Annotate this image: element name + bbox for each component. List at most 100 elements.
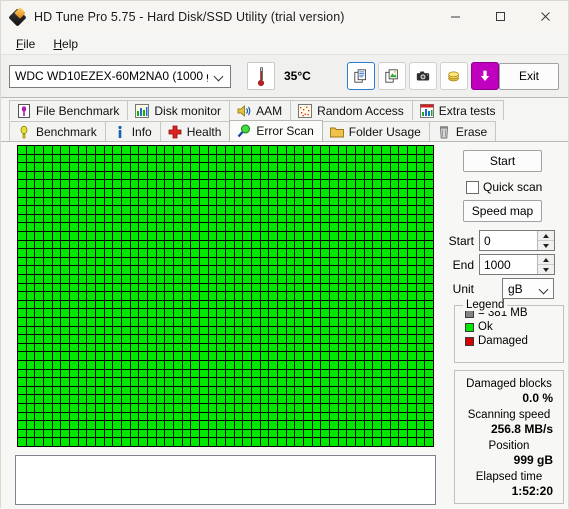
block-cell: [425, 335, 433, 343]
maximize-button[interactable]: [478, 1, 523, 32]
start-range-input[interactable]: 0: [479, 230, 555, 251]
tab-random-access[interactable]: Random Access: [290, 100, 413, 120]
block-cell: [157, 266, 165, 274]
start-range-decrement[interactable]: [538, 241, 554, 250]
block-cell: [226, 266, 234, 274]
minimize-button[interactable]: [433, 1, 478, 32]
end-range-increment[interactable]: [538, 255, 554, 265]
block-cell: [373, 309, 381, 317]
block-cell: [278, 189, 286, 197]
speed-map-button[interactable]: Speed map: [463, 200, 542, 222]
block-cell: [139, 223, 147, 231]
menu-help[interactable]: Help: [44, 35, 87, 53]
tab-info[interactable]: Info: [105, 121, 161, 141]
block-cell: [304, 361, 312, 369]
block-cell: [113, 189, 121, 197]
tab-extra-tests[interactable]: Extra tests: [412, 100, 505, 120]
tab-disk-monitor[interactable]: Disk monitor: [127, 100, 230, 120]
main-content: Start Quick scan Speed map Start 0 End: [1, 141, 568, 509]
block-cell: [139, 189, 147, 197]
block-cell: [321, 215, 329, 223]
start-range-row: Start 0: [444, 230, 555, 251]
copy-button[interactable]: [347, 62, 375, 90]
block-cell: [226, 215, 234, 223]
menu-file[interactable]: File: [7, 35, 44, 53]
start-range-increment[interactable]: [538, 231, 554, 241]
register-button[interactable]: [440, 62, 468, 90]
stat-position: Position 999 gB: [455, 439, 563, 468]
block-cell: [165, 258, 173, 266]
tab-aam[interactable]: AAM: [229, 100, 291, 120]
block-cell: [183, 172, 191, 180]
block-cell: [113, 413, 121, 421]
block-cell: [183, 258, 191, 266]
block-cell: [261, 309, 269, 317]
log-output[interactable]: [15, 455, 436, 505]
unit-selector[interactable]: gB: [502, 278, 554, 299]
end-range-input[interactable]: 1000: [479, 254, 555, 275]
block-cell: [313, 223, 321, 231]
block-cell: [183, 284, 191, 292]
start-button[interactable]: Start: [463, 150, 542, 172]
block-cell: [87, 232, 95, 240]
exit-button[interactable]: Exit: [499, 63, 559, 90]
block-cell: [174, 404, 182, 412]
block-cell: [382, 378, 390, 386]
block-cell: [425, 413, 433, 421]
download-button[interactable]: [471, 62, 499, 90]
block-cell: [330, 266, 338, 274]
copy-image-button[interactable]: [378, 62, 406, 90]
block-cell: [131, 344, 139, 352]
block-cell: [261, 172, 269, 180]
quick-scan-option[interactable]: Quick scan: [466, 180, 542, 194]
block-cell: [183, 387, 191, 395]
block-cell: [157, 180, 165, 188]
block-cell: [261, 266, 269, 274]
tab-error-scan[interactable]: Error Scan: [229, 120, 322, 141]
block-cell: [70, 284, 78, 292]
block-cell: [243, 335, 251, 343]
block-cell: [131, 292, 139, 300]
quick-scan-checkbox[interactable]: [466, 181, 479, 194]
block-cell: [191, 232, 199, 240]
block-cell: [87, 215, 95, 223]
tab-benchmark[interactable]: Benchmark: [9, 121, 106, 141]
block-cell: [391, 189, 399, 197]
block-cell: [278, 198, 286, 206]
block-cell: [425, 327, 433, 335]
block-cell: [408, 198, 416, 206]
tab-health[interactable]: Health: [160, 121, 231, 141]
tab-file-benchmark[interactable]: File Benchmark: [9, 100, 128, 120]
stat-scanning-speed: Scanning speed 256.8 MB/s: [455, 408, 563, 437]
block-cell: [79, 404, 87, 412]
block-cell: [18, 404, 26, 412]
block-cell: [391, 344, 399, 352]
block-map[interactable]: [17, 145, 434, 447]
close-button[interactable]: [523, 1, 568, 32]
block-cell: [365, 198, 373, 206]
end-range-stepper[interactable]: [537, 255, 554, 274]
block-cell: [131, 155, 139, 163]
block-cell: [365, 395, 373, 403]
tab-folder-usage[interactable]: Folder Usage: [322, 121, 430, 141]
block-cell: [105, 370, 113, 378]
block-cell: [18, 421, 26, 429]
block-cell: [330, 180, 338, 188]
app-icon: [10, 9, 26, 25]
start-range-stepper[interactable]: [537, 231, 554, 250]
end-range-decrement[interactable]: [538, 265, 554, 274]
block-cell: [113, 378, 121, 386]
screenshot-button[interactable]: [409, 62, 437, 90]
block-cell: [373, 198, 381, 206]
block-cell: [183, 189, 191, 197]
block-cell: [217, 395, 225, 403]
block-cell: [330, 163, 338, 171]
block-cell: [191, 301, 199, 309]
block-cell: [174, 258, 182, 266]
block-cell: [139, 301, 147, 309]
tab-erase[interactable]: Erase: [429, 121, 496, 141]
block-cell: [105, 327, 113, 335]
block-cell: [53, 318, 61, 326]
block-cell: [235, 344, 243, 352]
drive-selector[interactable]: WDC WD10EZEX-60M2NA0 (1000 gB): [9, 65, 231, 88]
